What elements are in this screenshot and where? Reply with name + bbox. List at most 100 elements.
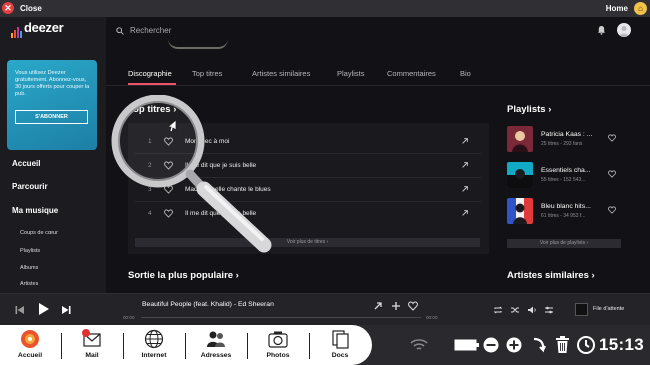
taskbar-divider [247, 333, 248, 359]
home-icon[interactable]: ⌂ [634, 2, 647, 15]
taskbar-adresses[interactable]: Adresses [190, 329, 242, 363]
tab-commentaires[interactable]: Commentaires [387, 69, 436, 78]
playlist-name[interactable]: Patricia Kaas : ... [541, 131, 592, 138]
contacts-icon [207, 331, 225, 347]
wifi-icon[interactable] [410, 338, 428, 352]
play-icon[interactable] [36, 302, 50, 316]
screen: ✕ Close Home ⌂ deezer Vous utilisez Deez… [0, 0, 650, 365]
time-elapsed: 00:00 [123, 315, 135, 320]
sidebar-item-playlists[interactable]: Playlists [20, 248, 40, 254]
close-button[interactable]: Close [20, 4, 42, 13]
mail-icon [82, 329, 101, 347]
deezer-logo-text[interactable]: deezer [24, 20, 64, 35]
next-icon[interactable] [60, 304, 72, 316]
previous-icon[interactable] [14, 304, 26, 316]
sidebar-item-albums[interactable]: Albums [20, 265, 38, 271]
zoom-in-icon[interactable] [506, 337, 522, 353]
taskbar-divider [185, 333, 186, 359]
subscribe-button[interactable]: S'ABONNER [15, 110, 88, 124]
documents-icon [332, 330, 349, 349]
playlist-cover[interactable] [507, 198, 533, 224]
tab-divider [106, 85, 650, 86]
taskbar-label: Mail [85, 352, 99, 359]
taskbar-accueil[interactable]: Accueil [4, 329, 56, 363]
heart-icon[interactable] [608, 206, 616, 214]
sidebar-item-coups-de-coeur[interactable]: Coups de cœur [20, 230, 58, 236]
trash-icon[interactable] [555, 335, 570, 354]
playlists-heading[interactable]: Playlists › [507, 104, 551, 115]
taskbar-divider [61, 333, 62, 359]
search-input[interactable] [130, 24, 330, 36]
tab-top-titres[interactable]: Top titres [192, 69, 222, 78]
sidebar-item-artistes[interactable]: Artistes [20, 281, 38, 287]
camera-icon [268, 331, 288, 348]
taskbar-label: Adresses [200, 352, 232, 359]
avatar[interactable] [617, 23, 631, 37]
list-item[interactable]: Essentiels cha... 55 titres - 152 543... [507, 162, 620, 194]
close-icon[interactable]: ✕ [2, 2, 14, 14]
magnifier-icon [111, 95, 272, 253]
queue-thumbnail[interactable] [575, 303, 588, 316]
share-arrow-icon[interactable] [373, 301, 383, 311]
sidebar-item-accueil[interactable]: Accueil [12, 159, 40, 168]
globe-icon [144, 329, 164, 349]
queue-button[interactable]: File d'attente [593, 306, 624, 312]
taskbar-docs[interactable]: Docs [314, 329, 366, 363]
home-button[interactable]: Home [606, 4, 628, 13]
list-item[interactable]: Patricia Kaas : ... 25 titres - 293 fans [507, 126, 620, 158]
subscribe-promo: Vous utilisez Deezer gratuitement. Abonn… [7, 60, 97, 150]
search-icon[interactable] [116, 27, 124, 35]
progress-bar[interactable] [141, 317, 421, 318]
tab-bio[interactable]: Bio [460, 69, 471, 78]
sidebar-item-parcourir[interactable]: Parcourir [12, 182, 48, 191]
repeat-icon[interactable] [493, 305, 503, 315]
taskbar-internet[interactable]: Internet [128, 329, 180, 363]
list-item[interactable]: Bleu blanc hits... 61 titres - 34 953 f.… [507, 198, 620, 230]
share-arrow-icon[interactable] [461, 137, 469, 145]
playlist-meta: 25 titres - 293 fans [541, 141, 583, 147]
sidebar-item-ma-musique[interactable]: Ma musique [12, 206, 58, 215]
playlist-meta: 61 titres - 34 953 f... [541, 213, 586, 219]
share-arrow-icon[interactable] [461, 161, 469, 169]
add-icon[interactable] [391, 301, 401, 311]
volume-icon[interactable] [527, 305, 537, 315]
popular-release-heading[interactable]: Sortie la plus populaire › [128, 270, 239, 281]
taskbar-label: Internet [141, 352, 167, 359]
heart-icon[interactable] [608, 134, 616, 142]
artist-header-image [168, 39, 228, 49]
taskbar-photos[interactable]: Photos [252, 329, 304, 363]
heart-icon[interactable] [408, 301, 418, 311]
home-icon [21, 330, 39, 348]
zoom-out-icon[interactable] [483, 337, 499, 353]
shuffle-icon[interactable] [510, 305, 520, 315]
playlist-name[interactable]: Bleu blanc hits... [541, 203, 591, 210]
battery-icon[interactable] [454, 339, 480, 351]
taskbar-label: Photos [266, 352, 290, 359]
deezer-app: deezer Vous utilisez Deezer gratuitement… [0, 17, 650, 293]
see-more-playlists-button[interactable]: Voir plus de playlists › [507, 239, 621, 248]
tab-discographie[interactable]: Discographie [128, 69, 172, 78]
tab-playlists[interactable]: Playlists [337, 69, 365, 78]
equalizer-icon[interactable] [544, 305, 554, 315]
player-bar: Beautiful People (feat. Khalid) - Ed She… [0, 293, 650, 325]
heart-icon[interactable] [608, 170, 616, 178]
share-arrow-icon[interactable] [461, 209, 469, 217]
taskbar-divider [123, 333, 124, 359]
tab-artistes-similaires[interactable]: Artistes similaires [252, 69, 310, 78]
taskbar: Accueil Mail Internet Adresses Photos Do… [0, 325, 650, 365]
promo-text: Vous utilisez Deezer gratuitement. Abonn… [15, 70, 90, 97]
clock-icon [577, 336, 595, 354]
now-playing-title[interactable]: Beautiful People (feat. Khalid) - Ed She… [142, 301, 274, 308]
playlist-name[interactable]: Essentiels cha... [541, 167, 591, 174]
playlist-cover[interactable] [507, 126, 533, 152]
taskbar-mail[interactable]: Mail [66, 329, 118, 363]
share-arrow-icon[interactable] [461, 185, 469, 193]
bell-icon[interactable] [597, 25, 606, 35]
deezer-logo-icon[interactable] [11, 22, 22, 38]
playlist-cover[interactable] [507, 162, 533, 188]
taskbar-label: Accueil [17, 352, 43, 359]
back-arrow-icon[interactable] [531, 336, 546, 354]
similar-artists-heading[interactable]: Artistes similaires › [507, 270, 595, 281]
window-title-bar: ✕ Close Home ⌂ [0, 0, 650, 17]
clock-time: 15:13 [599, 335, 644, 354]
